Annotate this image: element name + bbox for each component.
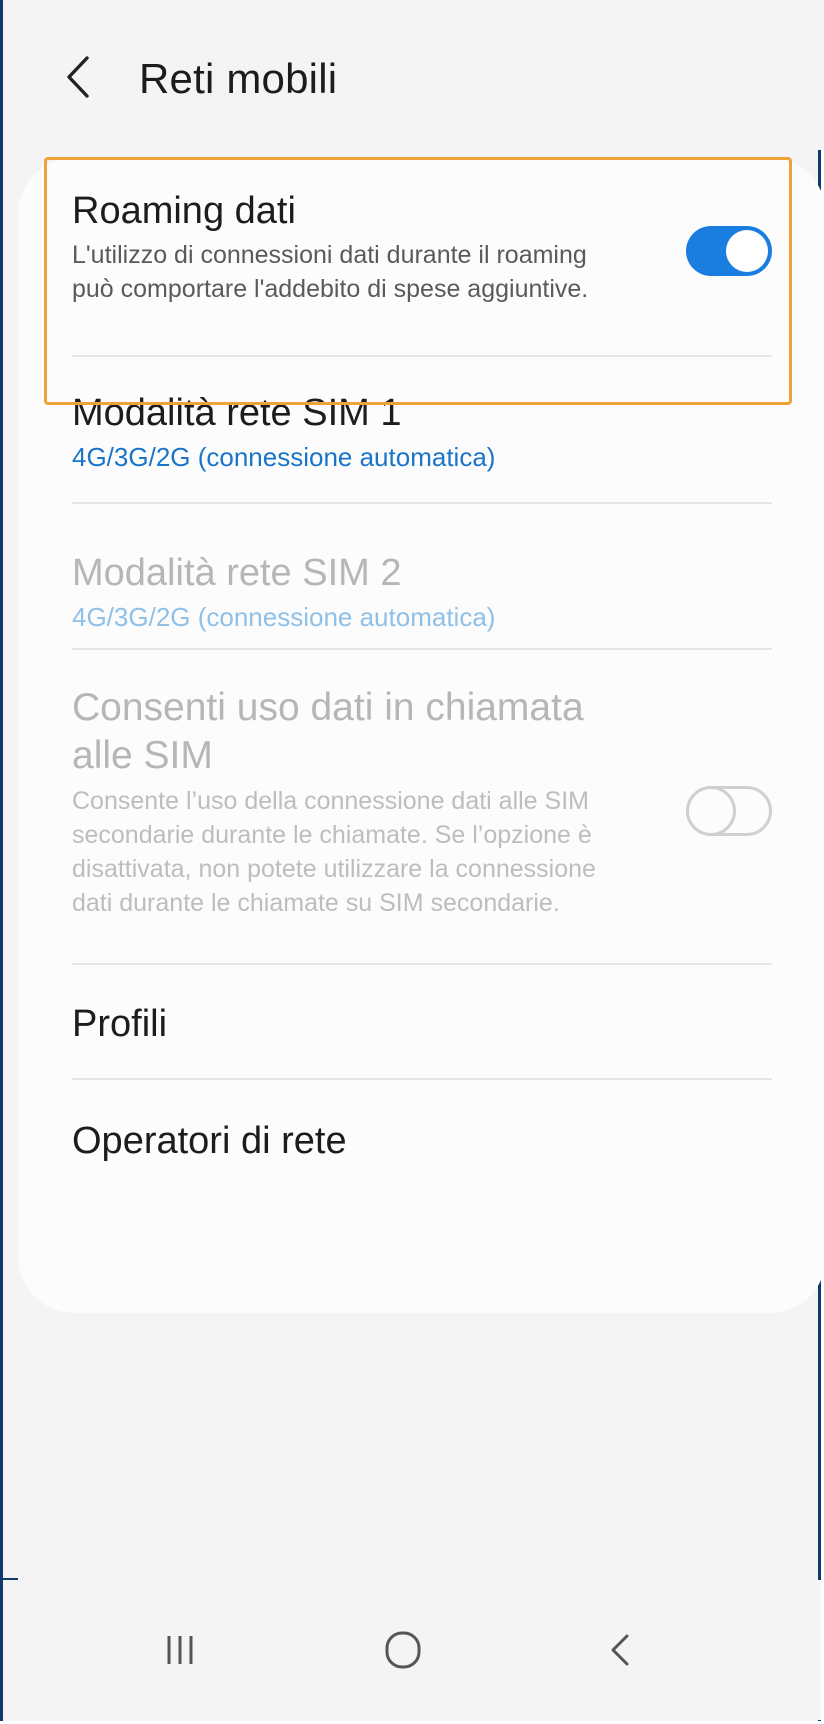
toggle-knob: [686, 786, 736, 836]
sim2-title: Modalità rete SIM 2: [72, 552, 402, 594]
back-button[interactable]: [53, 52, 103, 102]
roaming-title: Roaming dati: [72, 190, 296, 232]
operators-title: Operatori di rete: [72, 1120, 347, 1162]
recent-apps-icon: [167, 1636, 193, 1664]
data-during-calls-title: Consenti uso dati in chiamata alle SIM: [72, 686, 584, 777]
sim2-network-mode[interactable]: Modalità rete SIM 2 4G/3G/2G (connession…: [72, 550, 772, 640]
app-header: Reti mobili: [3, 0, 824, 150]
recent-apps-button[interactable]: [140, 1610, 220, 1690]
data-during-calls-toggle[interactable]: [686, 786, 772, 836]
divider: [72, 355, 772, 357]
settings-card: Roaming dati L'utilizzo di connessioni d…: [18, 158, 824, 1313]
data-during-calls-description: Consente l’uso della connessione dati al…: [72, 787, 596, 917]
page-title: Reti mobili: [139, 55, 338, 102]
divider: [72, 1078, 772, 1080]
toggle-knob: [726, 230, 768, 272]
nav-back-button[interactable]: [580, 1610, 660, 1690]
profiles-item[interactable]: Profili: [72, 1001, 772, 1061]
home-icon: [385, 1631, 421, 1669]
network-operators-item[interactable]: Operatori di rete: [72, 1118, 772, 1178]
divider: [72, 648, 772, 650]
home-button[interactable]: [363, 1610, 443, 1690]
system-navbar: [3, 1580, 821, 1720]
roaming-setting[interactable]: Roaming dati L'utilizzo di connessioni d…: [72, 188, 772, 378]
roaming-description: L'utilizzo di connessioni dati durante i…: [72, 241, 589, 303]
sim1-value: 4G/3G/2G (connessione automatica): [72, 442, 496, 472]
profiles-title: Profili: [72, 1003, 168, 1045]
data-during-calls-setting[interactable]: Consenti uso dati in chiamata alle SIM C…: [72, 684, 772, 944]
back-icon: [611, 1634, 629, 1666]
divider: [72, 963, 772, 965]
sim1-network-mode[interactable]: Modalità rete SIM 1 4G/3G/2G (connession…: [72, 390, 772, 480]
sim2-value: 4G/3G/2G (connessione automatica): [72, 602, 496, 632]
sim1-title: Modalità rete SIM 1: [72, 392, 402, 434]
divider: [72, 502, 772, 504]
roaming-toggle[interactable]: [686, 226, 772, 276]
chevron-left-icon: [67, 56, 89, 98]
